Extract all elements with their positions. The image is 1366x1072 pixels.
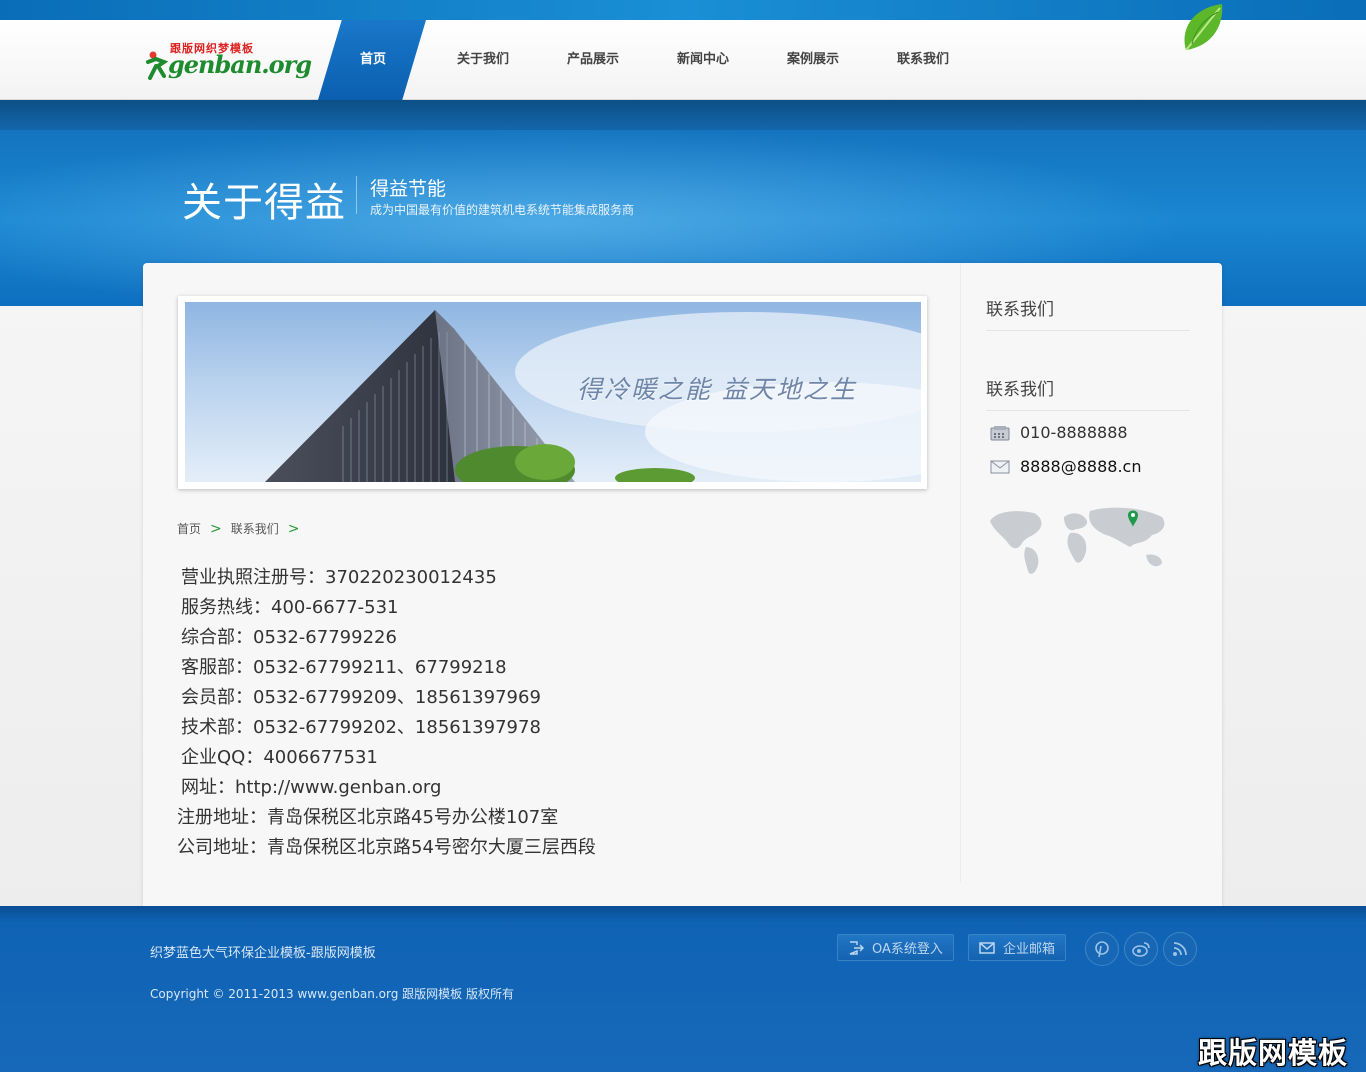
company-mail-button[interactable]: 企业邮箱 — [968, 934, 1067, 961]
top-strip — [0, 0, 1366, 22]
info-license: 营业执照注册号：370220230012435 — [181, 567, 497, 588]
sidebar-email-text[interactable]: 8888@8888.cn — [1020, 457, 1141, 476]
mail-icon — [990, 460, 1010, 473]
banner-title: 关于得益 — [182, 180, 346, 226]
main-column: 得冷暖之能 益天地之生 首页 > 联系我们 > 营业执照注册号：37022023… — [143, 263, 961, 883]
nav-item-news[interactable]: 新闻中心 — [648, 20, 758, 100]
sidebar-heading-contact[interactable]: 联系我们 — [986, 295, 1190, 331]
info-member-dept: 会员部：0532-67799209、18561397969 — [181, 687, 541, 708]
watermark-text: 跟版网模板 — [1198, 1036, 1349, 1070]
banner-divider — [356, 176, 357, 214]
nav-item-cases[interactable]: 案例展示 — [758, 20, 868, 100]
sidebar-phone: 010-8888888 — [990, 423, 1128, 442]
nav-item-home[interactable]: 首页 — [318, 20, 428, 100]
hero-photo-frame: 得冷暖之能 益天地之生 — [178, 296, 927, 489]
weibo-glyph — [1132, 942, 1150, 957]
nav-label: 新闻中心 — [676, 52, 729, 67]
contact-info-list: 营业执照注册号：370220230012435 服务热线：400-6677-53… — [177, 563, 596, 863]
breadcrumb-separator: > — [287, 520, 300, 537]
site-footer: 织梦蓝色大气环保企业模板-跟版网模板 Copyright © 2011-2013… — [0, 906, 1366, 1072]
nav-item-about[interactable]: 关于我们 — [428, 20, 538, 100]
weibo-icon[interactable] — [1124, 932, 1158, 966]
site-logo[interactable]: 跟版网织梦模板 genban.org — [144, 40, 312, 80]
site-header: 跟版网织梦模板 genban.org 首页 关于我们 产品展示 新闻中心 案例展… — [0, 4, 1366, 100]
content-panel: 得冷暖之能 益天地之生 首页 > 联系我们 > 营业执照注册号：37022023… — [143, 263, 1222, 909]
nav-label: 首页 — [359, 52, 386, 67]
oa-login-label: OA系统登入 — [872, 942, 943, 957]
phone-icon — [990, 425, 1010, 440]
info-hotline: 服务热线：400-6677-531 — [181, 597, 399, 618]
envelope-icon — [979, 941, 995, 954]
info-tech-dept: 技术部：0532-67799202、18561397978 — [181, 717, 541, 738]
photo-slogan: 得冷暖之能 益天地之生 — [577, 375, 857, 404]
world-map-icon — [990, 507, 1165, 574]
nav-label: 案例展示 — [786, 52, 839, 67]
hero-photo: 得冷暖之能 益天地之生 — [185, 302, 921, 482]
sidebar-phone-text: 010-8888888 — [1020, 423, 1128, 442]
rss-glyph — [1173, 942, 1187, 956]
footer-site-name: 织梦蓝色大气环保企业模板-跟版网模板 — [150, 946, 376, 961]
info-qq: 企业QQ：4006677531 — [181, 747, 378, 768]
main-nav: 首页 关于我们 产品展示 新闻中心 案例展示 联系我们 — [318, 20, 978, 100]
info-company-address: 公司地址：青岛保税区北京路54号密尔大厦三层西段 — [177, 837, 596, 858]
banner-tagline: 成为中国最有价值的建筑机电系统节能集成服务商 — [370, 203, 635, 217]
info-service-dept: 客服部：0532-67799211、67799218 — [181, 657, 507, 678]
breadcrumb-separator: > — [210, 520, 222, 537]
pinterest-icon[interactable] — [1085, 932, 1119, 966]
logo-english-text: genban.org — [168, 50, 312, 79]
info-registered-address: 注册地址：青岛保税区北京路45号办公楼107室 — [177, 807, 559, 828]
footer-copyright: Copyright © 2011-2013 www.genban.org 跟版网… — [150, 987, 514, 1001]
breadcrumb: 首页 > 联系我们 > — [177, 520, 309, 537]
nav-label: 关于我们 — [456, 52, 509, 67]
leaf-icon — [1184, 4, 1223, 51]
sidebar: 联系我们 联系我们 010-8888888 8888@8888.cn — [986, 263, 1190, 883]
info-website: 网址：http://www.genban.org — [181, 777, 442, 798]
breadcrumb-contact[interactable]: 联系我们 — [231, 520, 279, 537]
banner-dark-strip — [0, 100, 1366, 130]
rss-icon[interactable] — [1163, 932, 1197, 966]
footer-top-line — [0, 906, 1366, 922]
sidebar-email: 8888@8888.cn — [990, 457, 1141, 476]
nav-label: 产品展示 — [566, 52, 619, 67]
info-general-dept: 综合部：0532-67799226 — [181, 627, 397, 648]
pinterest-glyph — [1095, 941, 1109, 958]
breadcrumb-home[interactable]: 首页 — [177, 520, 201, 537]
company-mail-label: 企业邮箱 — [1003, 942, 1056, 957]
nav-item-products[interactable]: 产品展示 — [538, 20, 648, 100]
nav-label: 联系我们 — [896, 52, 949, 67]
nav-item-contact[interactable]: 联系我们 — [868, 20, 978, 100]
login-icon — [849, 940, 864, 955]
oa-login-button[interactable]: OA系统登入 — [837, 934, 954, 961]
sidebar-heading-contact-info: 联系我们 — [986, 375, 1190, 411]
banner-subtitle: 得益节能 — [370, 178, 447, 200]
